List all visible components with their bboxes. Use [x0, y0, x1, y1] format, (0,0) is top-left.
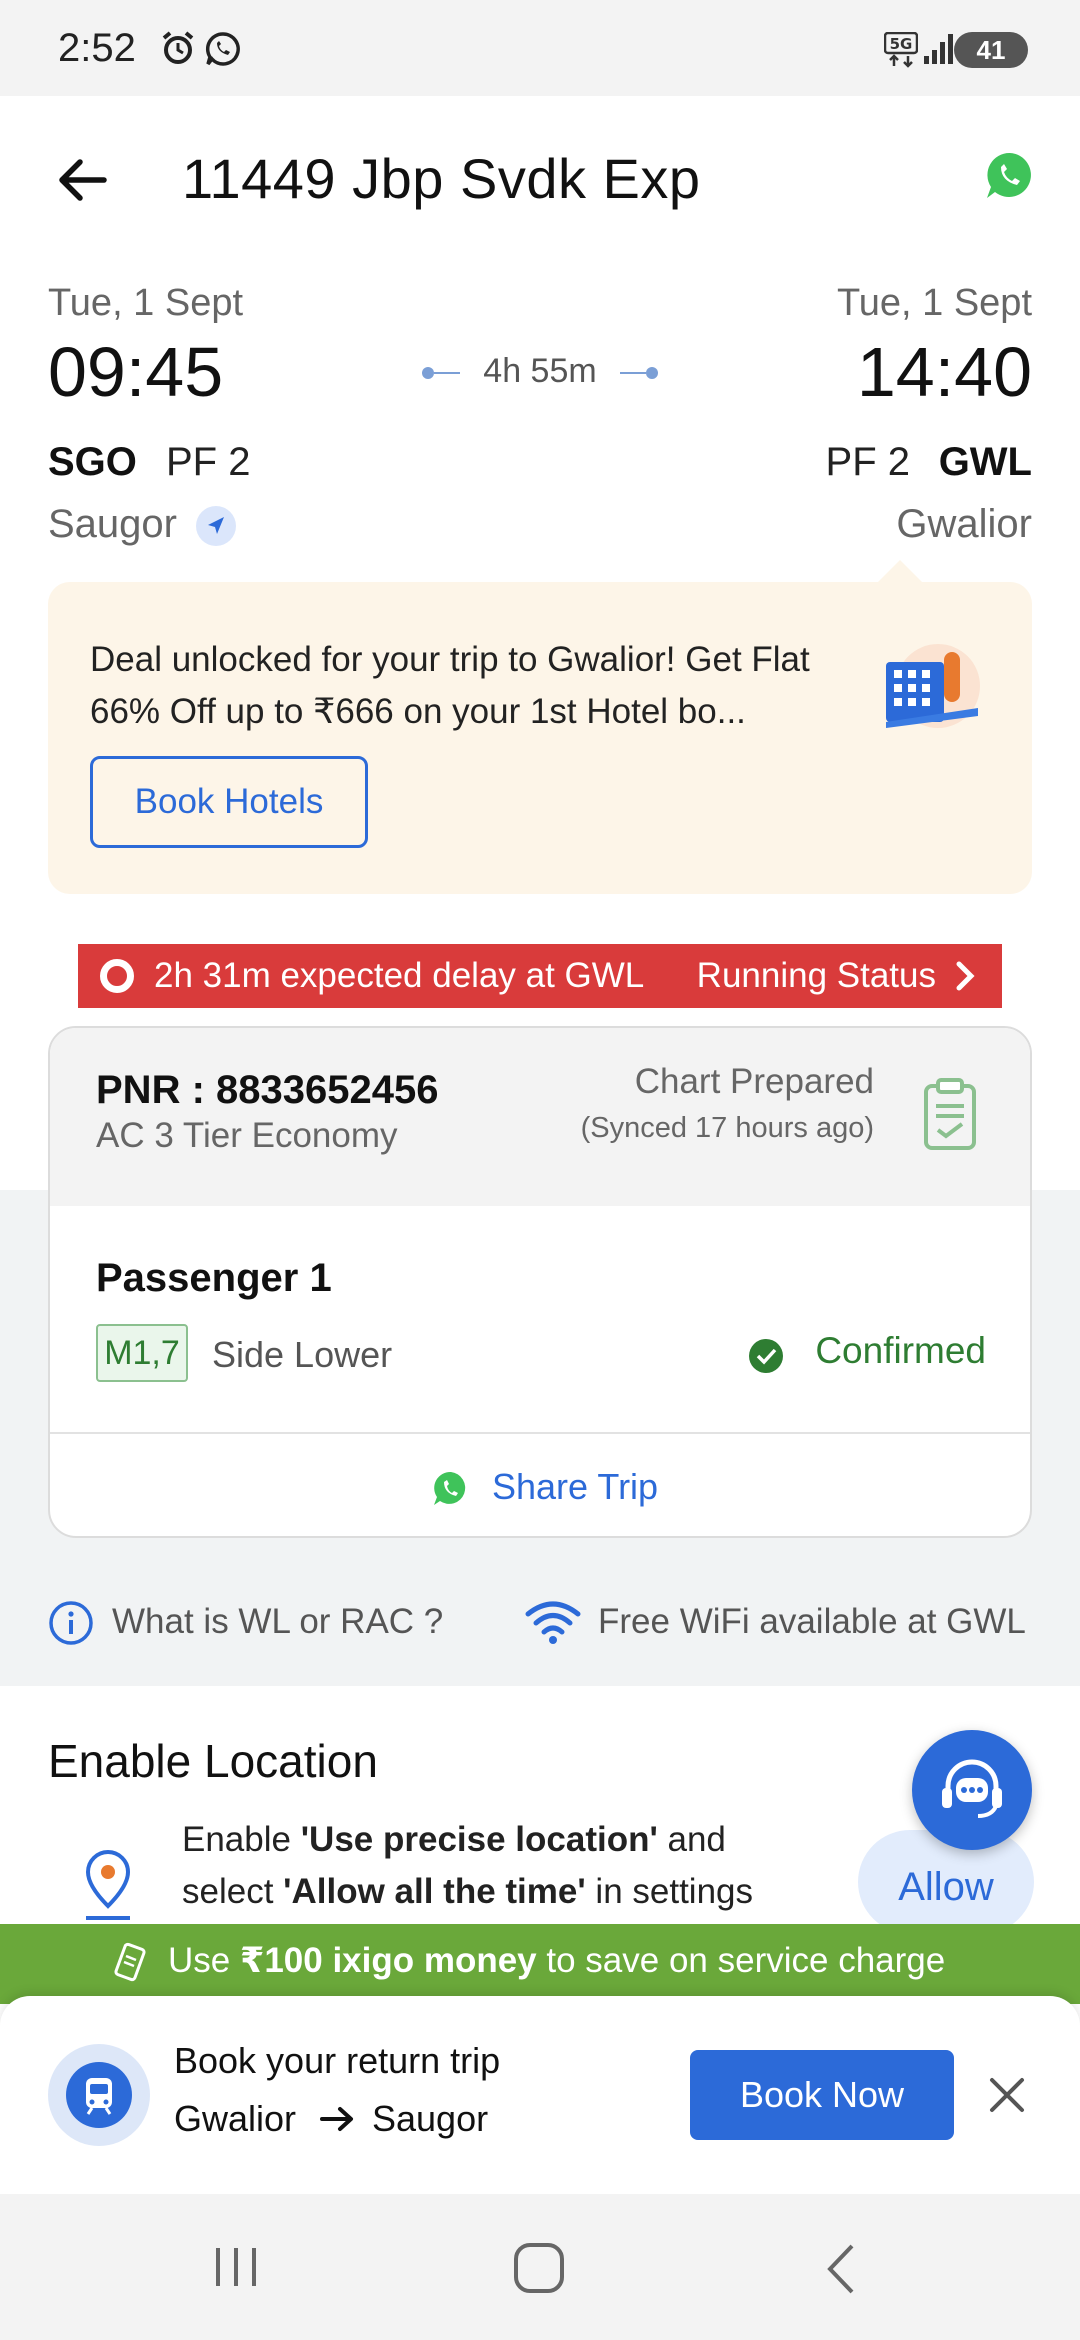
berth-type: Side Lower — [212, 1334, 393, 1375]
alarm-icon — [162, 31, 194, 64]
delay-banner[interactable]: 2h 31m expected delay at GWL Running Sta… — [78, 944, 1002, 1008]
return-origin: Gwalior — [174, 2098, 297, 2139]
berth-badge: M1,7 — [96, 1324, 188, 1382]
info-row: What is WL or RAC ? Free WiFi available … — [0, 1588, 1080, 1658]
check-circle-icon — [749, 1339, 783, 1373]
back-icon[interactable] — [818, 2242, 868, 2296]
travel-class: AC 3 Tier Economy — [96, 1116, 398, 1155]
train-title: 11449 Jbp Svdk Exp — [182, 147, 701, 210]
passenger-name: Passenger 1 — [96, 1256, 332, 1300]
status-bar: 2:52 5G 41 — [0, 0, 1080, 96]
running-status-link[interactable]: Running Status — [697, 944, 936, 1008]
journey-duration: 4h 55m — [420, 352, 660, 392]
clipboard-check-icon — [924, 1078, 976, 1150]
system-nav-bar — [0, 2194, 1080, 2340]
whatsapp-icon — [205, 32, 240, 66]
chart-synced-time: (Synced 17 hours ago) — [580, 1112, 874, 1144]
return-trip-sheet: Book your return trip Gwalior Saugor Boo… — [0, 1996, 1080, 2194]
arrival-station-code: GWL — [938, 440, 1032, 484]
support-chat-button[interactable] — [912, 1730, 1032, 1850]
whatsapp-icon — [434, 1471, 466, 1505]
signal-icon — [924, 34, 953, 64]
home-icon[interactable] — [508, 2242, 572, 2296]
arrival-station-name: Gwalior — [896, 502, 1032, 546]
wl-rac-link[interactable]: What is WL or RAC ? — [112, 1602, 443, 1642]
app-header: 11449 Jbp Svdk Exp — [0, 96, 1080, 266]
chevron-right-icon — [956, 961, 975, 991]
5g-icon: 5G — [884, 32, 918, 68]
departure-station-code: SGO — [48, 440, 137, 484]
arrival-date: Tue, 1 Sept — [836, 282, 1032, 324]
location-title: Enable Location — [48, 1735, 378, 1787]
whatsapp-share-icon[interactable] — [984, 150, 1036, 202]
info-icon[interactable] — [48, 1600, 94, 1646]
location-instructions: Enable 'Use precise location' and select… — [182, 1820, 753, 1911]
pnr-number: PNR : 8833652456 — [96, 1068, 439, 1112]
recent-apps-icon[interactable] — [206, 2242, 266, 2292]
battery-level: 41 — [976, 35, 1006, 65]
status-time: 2:52 — [58, 26, 136, 70]
booking-status: Confirmed — [815, 1330, 986, 1371]
navigation-arrow-icon[interactable] — [196, 506, 236, 546]
train-icon — [48, 2044, 150, 2146]
deal-text: Deal unlocked for your trip to Gwalior! … — [90, 640, 810, 731]
chart-status: Chart Prepared — [634, 1062, 874, 1101]
close-icon[interactable] — [982, 2070, 1032, 2120]
return-destination: Saugor — [372, 2098, 489, 2139]
back-arrow-icon[interactable] — [54, 150, 114, 210]
wifi-label: Free WiFi available at GWL — [598, 1602, 1026, 1641]
journey-summary: Tue, 1 Sept Tue, 1 Sept 09:45 14:40 4h 5… — [0, 266, 1080, 576]
departure-station-name: Saugor — [48, 502, 177, 546]
delay-indicator-icon — [100, 959, 134, 993]
battery-icon: 41 — [954, 32, 1028, 68]
departure-date: Tue, 1 Sept — [48, 282, 244, 324]
book-now-button[interactable]: Book Now — [690, 2050, 954, 2140]
location-pin-icon — [85, 1849, 131, 1920]
wifi-icon — [525, 1601, 581, 1644]
duration-label: 4h 55m — [483, 352, 597, 390]
ixigo-money-banner[interactable]: Use ₹100 ixigo money to save on service … — [0, 1924, 1080, 2004]
share-trip-button[interactable]: Share Trip — [50, 1434, 1030, 1536]
return-trip-title: Book your return trip — [174, 2040, 501, 2081]
arrival-time: 14:40 — [856, 333, 1032, 411]
hotel-deal-card: Deal unlocked for your trip to Gwalior! … — [48, 560, 1032, 894]
hotel-icon — [886, 644, 980, 728]
departure-time: 09:45 — [48, 333, 224, 411]
delay-text: 2h 31m expected delay at GWL — [154, 956, 645, 995]
svg-text:5G: 5G — [890, 35, 913, 53]
arrival-platform: PF 2 — [825, 440, 910, 484]
share-trip-label: Share Trip — [492, 1466, 659, 1507]
ixigo-money-text: Use ₹100 ixigo money to save on service … — [168, 1941, 946, 1980]
money-icon — [114, 1942, 146, 1982]
departure-platform: PF 2 — [166, 440, 251, 484]
pnr-card: PNR : 8833652456 AC 3 Tier Economy Chart… — [48, 1026, 1032, 1538]
book-hotels-button[interactable]: Book Hotels — [90, 756, 368, 848]
headset-chat-icon — [942, 1759, 1002, 1818]
pnr-header: PNR : 8833652456 AC 3 Tier Economy Chart… — [50, 1028, 1030, 1206]
arrow-right-icon — [320, 2107, 353, 2131]
